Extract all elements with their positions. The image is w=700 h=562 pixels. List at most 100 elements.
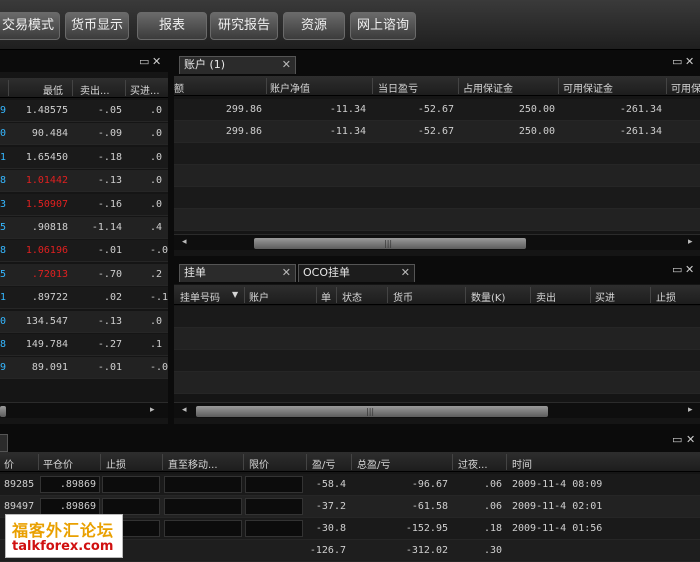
col-header-trailing[interactable]: 直至移动...	[168, 456, 218, 471]
restore-icon[interactable]: ▭	[672, 55, 682, 69]
stop-field[interactable]	[102, 498, 160, 515]
trade-mode-button[interactable]: 交易模式	[0, 12, 60, 40]
cell-symbol-fragment: 1	[0, 151, 7, 163]
empty-row	[174, 143, 700, 165]
restore-icon[interactable]: ▭	[672, 263, 682, 277]
col-header-low[interactable]: 最低	[43, 82, 63, 97]
scroll-left-icon[interactable]: ◂	[182, 405, 187, 415]
col-header-equity[interactable]: 账户净值	[270, 80, 310, 95]
orders-hscroll[interactable]: ◂ ||| ▸	[174, 402, 700, 418]
col-header-status[interactable]: 状态	[342, 289, 362, 304]
scroll-right-icon[interactable]: ▸	[150, 405, 155, 415]
cell-time: 2009-11-4 01:56	[512, 523, 603, 534]
table-row[interactable]: 0 90.484 -.09 .0	[0, 123, 168, 146]
col-header-stop[interactable]: 止损	[656, 289, 676, 304]
tab-pending-orders[interactable]: 挂单 ✕	[179, 264, 296, 282]
close-icon[interactable]: ✕	[686, 433, 695, 447]
col-header-price[interactable]: 价	[4, 456, 14, 471]
scroll-right-icon[interactable]: ▸	[688, 405, 693, 415]
reports-button[interactable]: 报表	[137, 12, 207, 40]
cell-buy: .0	[150, 105, 163, 116]
stop-field[interactable]	[102, 476, 160, 493]
table-row[interactable]: 5 .90818 -1.14 .4	[0, 217, 168, 239]
table-row[interactable]: 299.86 -11.34 -52.67 250.00 -261.34	[174, 121, 700, 143]
col-header-type[interactable]: 单	[321, 289, 331, 304]
scroll-thumb[interactable]: |||	[254, 238, 526, 249]
table-row[interactable]: 299.86 -11.34 -52.67 250.00 -261.34	[174, 99, 700, 121]
limit-field[interactable]	[245, 498, 303, 515]
col-header-order-id[interactable]: 挂单号码	[180, 289, 220, 304]
tab-account[interactable]: 账户 (1) ✕	[179, 56, 296, 74]
cell-low: 149.784	[25, 339, 68, 350]
scroll-thumb[interactable]: |||	[196, 406, 548, 417]
trailing-field[interactable]	[164, 520, 242, 537]
trailing-field[interactable]	[164, 476, 242, 493]
close-icon[interactable]: ✕	[685, 55, 694, 69]
table-row[interactable]: 1 1.65450 -.18 .0	[0, 146, 168, 169]
cell-sell: -1.14	[91, 222, 122, 233]
account-hscroll[interactable]: ◂ ||| ▸	[174, 234, 700, 250]
col-header-buy[interactable]: 买进...	[130, 82, 160, 97]
col-header-stop[interactable]: 止损	[106, 456, 126, 471]
col-header-close-price[interactable]: 平仓价	[43, 456, 73, 471]
close-tab-icon[interactable]: ✕	[282, 265, 291, 281]
cell-low: 134.547	[25, 315, 68, 327]
table-row[interactable]: 8 1.01442 -.13 .0	[0, 170, 168, 193]
cell-sell: -.13	[97, 315, 122, 327]
account-titlebar: 账户 (1) ✕ ▭ ✕	[174, 52, 700, 76]
cell-total-pl: -96.67	[411, 479, 448, 490]
research-report-button[interactable]: 研究报告	[210, 12, 278, 40]
sort-down-icon[interactable]: ▼	[232, 290, 238, 299]
col-header-account[interactable]: 账户	[249, 289, 269, 304]
table-row[interactable]: 89285 .89869 -58.4 -96.67 .06 2009-11-4 08:09	[0, 474, 700, 496]
table-row[interactable]: 8 149.784 -.27 .1	[0, 334, 168, 356]
cell-pl: -58.4	[315, 479, 346, 490]
col-header-usable[interactable]: 可用保	[671, 80, 700, 95]
col-header-sell[interactable]: 卖出	[536, 289, 556, 304]
col-header-buy[interactable]: 买进	[595, 289, 615, 304]
trailing-field[interactable]	[164, 498, 242, 515]
close-icon[interactable]: ✕	[152, 55, 161, 69]
table-row[interactable]: 9 89.091 -.01 -.0	[0, 357, 168, 380]
cell-buy: .0	[150, 151, 163, 163]
close-tab-icon[interactable]: ✕	[401, 265, 410, 281]
col-header-currency[interactable]: 货币	[393, 289, 413, 304]
col-header-daily-pl[interactable]: 当日盈亏	[378, 80, 418, 95]
currency-display-button[interactable]: 货币显示	[65, 12, 129, 40]
resources-button[interactable]: 资源	[283, 12, 345, 40]
scroll-thumb[interactable]	[0, 406, 6, 417]
table-row[interactable]: 8 1.06196 -.01 -.0	[0, 240, 168, 263]
watermark-logo: 福客外汇论坛 talkforex.com	[5, 514, 123, 558]
cell-used-margin: 250.00	[518, 104, 555, 115]
cell-low: .89722	[31, 292, 68, 304]
online-consult-button[interactable]: 网上谘询	[350, 12, 416, 40]
restore-icon[interactable]: ▭	[672, 433, 682, 447]
table-row[interactable]: 0 134.547 -.13 .0	[0, 310, 168, 333]
col-header-balance[interactable]: 额	[174, 80, 184, 95]
col-header-used-margin[interactable]: 占用保证金	[463, 80, 513, 95]
limit-field[interactable]	[245, 520, 303, 537]
rates-hscroll[interactable]: ▸	[0, 402, 168, 418]
tab-oco-orders[interactable]: OCO挂单 ✕	[298, 264, 415, 282]
col-header-limit[interactable]: 限价	[249, 456, 269, 471]
col-header-total-pl[interactable]: 总盈/亏	[357, 456, 390, 471]
close-icon[interactable]: ✕	[685, 263, 694, 277]
scroll-right-icon[interactable]: ▸	[688, 237, 693, 247]
table-row[interactable]: 9 1.48575 -.05 .0	[0, 100, 168, 122]
table-row[interactable]: 5 .72013 -.70 .2	[0, 263, 168, 286]
close-tab-icon[interactable]: ✕	[282, 57, 291, 73]
account-header: 额 账户净值 当日盈亏 占用保证金 可用保证金 可用保	[174, 76, 700, 96]
scroll-left-icon[interactable]: ◂	[182, 237, 187, 247]
col-header-overnight[interactable]: 过夜...	[458, 456, 488, 471]
col-header-amount[interactable]: 数量(K)	[471, 289, 505, 304]
col-header-time[interactable]: 时间	[512, 456, 532, 471]
col-header-usable-margin[interactable]: 可用保证金	[563, 80, 613, 95]
limit-field[interactable]	[245, 476, 303, 493]
restore-icon[interactable]: ▭	[139, 55, 149, 69]
table-row[interactable]: 1 .89722 .02 -.1	[0, 287, 168, 310]
col-header-pl[interactable]: 盈/亏	[312, 456, 335, 471]
cell-equity: -11.34	[329, 104, 366, 115]
cell-buy: -.0	[150, 245, 168, 257]
table-row[interactable]: 3 1.50907 -.16 .0	[0, 193, 168, 216]
col-header-sell[interactable]: 卖出...	[80, 82, 110, 97]
